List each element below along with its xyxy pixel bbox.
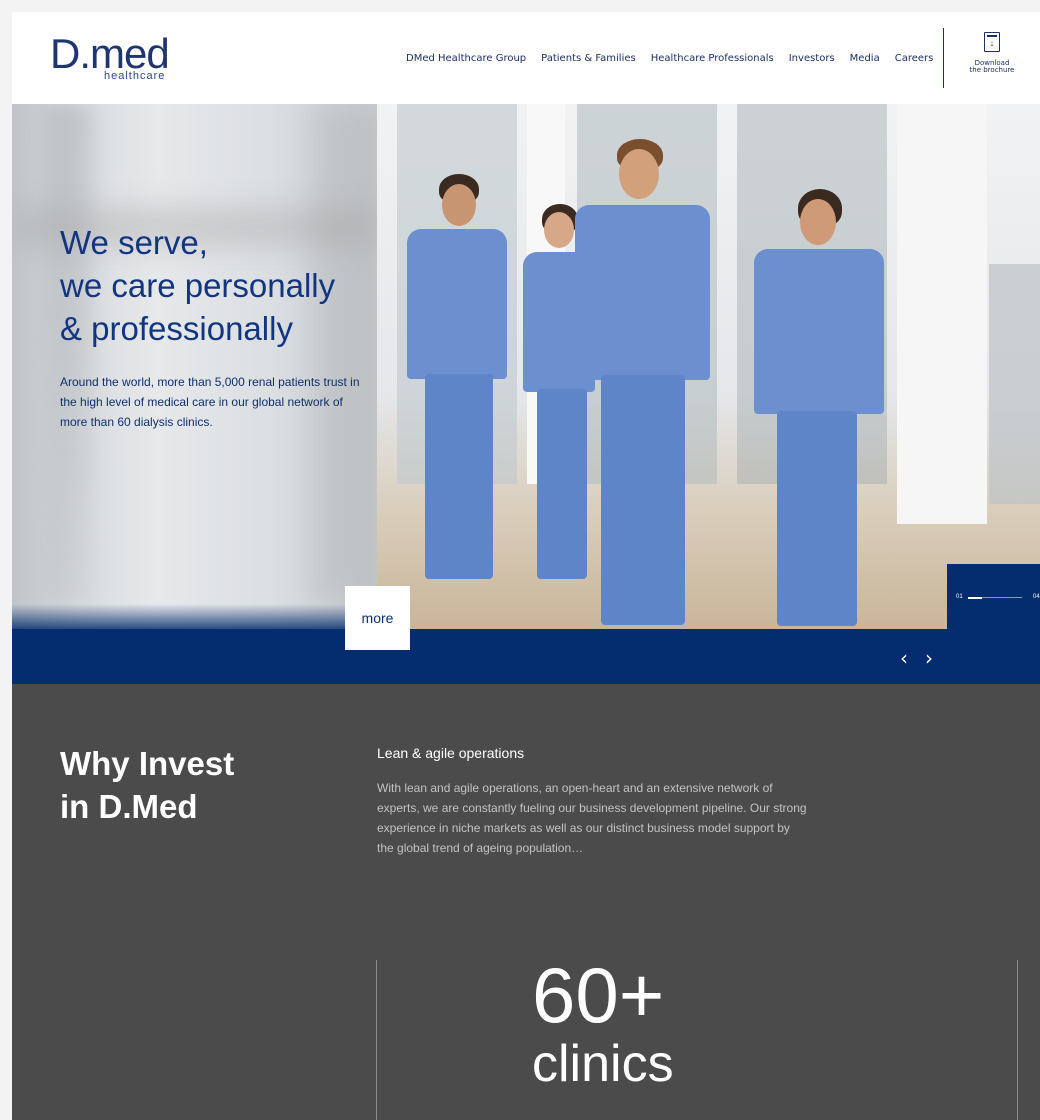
person-head [619,149,659,199]
invest-title-line: in D.Med [60,788,198,825]
invest-section-title: Why Invest in D.Med [60,742,234,828]
nav-item-healthcare-professionals[interactable]: Healthcare Professionals [651,53,774,64]
person-figure [397,174,507,584]
hero-title: We serve, we care personally & professio… [60,221,380,350]
person-head [800,199,836,245]
person-legs [777,411,857,626]
hero-title-line: & professionally [60,310,293,347]
site-header: D.med healthcare DMed Healthcare Group P… [12,12,1040,104]
nav-divider [943,28,944,88]
more-button[interactable]: more [345,586,410,650]
hero-blur-shape [46,104,92,604]
nav-item-careers[interactable]: Careers [895,53,934,64]
nav-item-investors[interactable]: Investors [789,53,835,64]
stat-value: 60+ [532,951,665,1039]
hero-section: 01 04 ‹ › We serve, we care personally &… [12,12,1040,684]
person-legs [601,375,685,625]
hero-title-line: we care personally [60,267,336,304]
hero-band [12,629,1040,684]
main-nav: DMed Healthcare Group Patients & Familie… [406,53,948,64]
page: 01 04 ‹ › We serve, we care personally &… [12,12,1040,1120]
invest-subheading: Lean & agile operations [377,745,525,761]
nav-item-patients-families[interactable]: Patients & Families [541,53,636,64]
slide-progress [968,596,1022,599]
person-torso [407,229,507,379]
dmed-logo[interactable]: D.med healthcare [50,30,180,86]
invest-title-line: Why Invest [60,745,235,782]
door [989,264,1040,504]
slide-current: 01 [956,594,963,600]
hero-description: Around the world, more than 5,000 renal … [60,375,360,429]
download-arrow-glyph: ↓ [989,38,995,48]
person-legs [425,374,493,579]
nav-item-media[interactable]: Media [850,53,880,64]
download-brochure-button[interactable]: ↓ Download the brochure [960,32,1024,74]
stat-label: clinics [532,1035,674,1093]
download-brochure-label: Download the brochure [960,60,1024,74]
person-torso [575,205,710,380]
slide-indicator: 01 04 [947,564,1040,630]
stat-divider [376,960,377,1120]
stat-divider [1017,960,1018,1120]
brochure-label-line: the brochure [969,66,1015,74]
prev-slide-arrow-icon[interactable]: ‹ [900,646,908,670]
person-head [442,184,476,226]
logo-subtitle: healthcare [104,70,166,82]
download-icon: ↓ [984,32,1000,52]
invest-description: With lean and agile operations, an open-… [377,781,807,855]
hero-image [377,104,1040,629]
pillar [897,104,987,524]
person-figure [742,189,892,629]
person-figure [557,139,717,629]
hero-blur-shape [312,104,382,604]
next-slide-arrow-icon[interactable]: › [925,646,933,670]
nav-item-dmed-healthcare-group[interactable]: DMed Healthcare Group [406,53,526,64]
person-torso [754,249,884,414]
hero-title-line: We serve, [60,224,208,261]
slide-total: 04 [1033,594,1040,600]
